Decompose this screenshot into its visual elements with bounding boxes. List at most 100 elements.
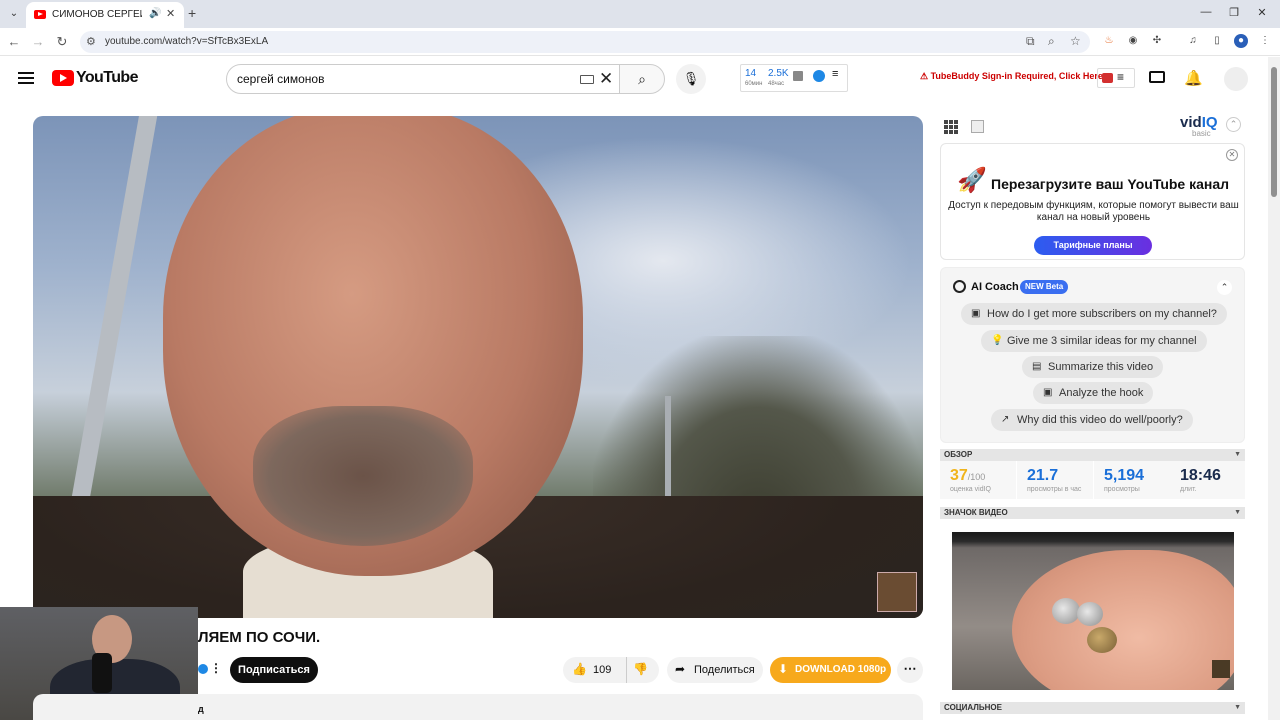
thumbnail-section-header[interactable]: ЗНАЧОК ВИДЕО ▼	[940, 507, 1245, 519]
social-section-header[interactable]: СОЦИАЛЬНОЕ ▼	[940, 702, 1245, 714]
site-info-icon[interactable]: ⚙	[86, 35, 96, 48]
stat-duration: 18:46 длит.	[1170, 461, 1245, 499]
hamburger-menu-icon[interactable]	[18, 72, 34, 84]
youtube-logo-icon[interactable]	[52, 70, 74, 86]
stat-vph-label: просмотры в час	[1027, 486, 1082, 493]
video-thumbnail-image[interactable]	[952, 532, 1234, 690]
download-icon: ⬇	[778, 662, 789, 676]
description-box[interactable]: д	[33, 694, 923, 720]
promo-close-icon[interactable]: ✕	[1226, 149, 1238, 161]
window-close-icon[interactable]: ✕	[1252, 6, 1272, 19]
video-icon: ▣	[1043, 387, 1053, 398]
share-button[interactable]: ➦ Поделиться	[667, 657, 763, 683]
tab-close-icon[interactable]: ✕	[166, 7, 175, 20]
promo-text: Доступ к передовым функциям, которые пом…	[948, 200, 1239, 223]
like-dislike-group: 👍 109 👎	[563, 657, 659, 683]
reload-icon[interactable]: ↻	[54, 34, 70, 50]
bell-icon[interactable]: 🔔	[1184, 69, 1203, 87]
keyboard-icon[interactable]	[580, 75, 594, 84]
extensions-puzzle-icon[interactable]: ✣	[1150, 34, 1164, 48]
browser-tab-active[interactable]: СИМОНОВ СЕРГЕЙ - ГУЛЯ 🔊 ✕	[26, 2, 184, 28]
voice-search-button[interactable]: 🎙	[676, 64, 706, 94]
like-button[interactable]: 👍 109	[563, 657, 627, 683]
extension-vidiq-icon[interactable]: ◉	[1126, 34, 1140, 48]
tab-search-dropdown-icon[interactable]: ⌄	[6, 6, 22, 22]
zoom-icon[interactable]: ⌕	[1048, 34, 1055, 49]
thumbnail-coin	[1087, 627, 1117, 653]
scrollbar-thumb[interactable]	[1271, 67, 1277, 197]
tubebuddy-signin-link[interactable]: ⚠ TubeBuddy Sign-in Required, Click Here	[920, 71, 1103, 82]
new-tab-icon[interactable]: +	[188, 5, 196, 21]
coach-chip-summarize[interactable]: ▤ Summarize this video	[1022, 356, 1164, 378]
tubebuddy-menu-icon[interactable]: ≡	[1097, 68, 1135, 88]
document-icon: ▤	[1032, 361, 1042, 372]
vidiq-collapse-icon[interactable]: ⌃	[1226, 117, 1241, 132]
video-title: ЛЯЕМ ПО СОЧИ.	[198, 629, 321, 646]
tab-audio-icon[interactable]: 🔊	[149, 8, 161, 19]
vidiq-promo-card: ✕ 🚀 Перезагрузите ваш YouTube канал Дост…	[940, 143, 1245, 260]
side-panel-icon[interactable]: ▯	[1210, 34, 1224, 48]
youtube-logo-text[interactable]: YouTube	[76, 69, 138, 87]
channel-more-icon[interactable]: ⋮	[198, 661, 222, 677]
stats-label-2: 48час	[768, 81, 785, 87]
overview-section-header[interactable]: ОБЗОР ▼	[940, 449, 1245, 461]
avatar[interactable]	[1224, 67, 1248, 91]
share-icon: ➦	[675, 662, 686, 676]
profile-avatar-icon[interactable]: ●	[1234, 34, 1248, 48]
stats-value-2: 2.5K	[768, 68, 789, 79]
vidiq-grid-icon[interactable]	[944, 120, 960, 134]
back-icon[interactable]: ←	[6, 34, 22, 49]
coach-chip-performance[interactable]: ↗ Why did this video do well/poorly?	[991, 409, 1193, 431]
subscribe-button[interactable]: Подписаться	[230, 657, 318, 683]
ai-coach-card: AI Coach NEW Beta ⌃ ▣ How do I get more s…	[940, 267, 1245, 443]
coach-chip-label: Why did this video do well/poorly?	[1017, 414, 1183, 426]
thumbnail-hand	[1012, 550, 1234, 690]
ai-coach-title: AI Coach	[971, 281, 1019, 293]
search-box[interactable]: сергей симонов ✕	[226, 64, 620, 94]
download-button[interactable]: ⬇ DOWNLOAD 1080p	[770, 657, 891, 683]
social-section-label: СОЦИАЛЬНОЕ	[944, 703, 1002, 712]
pricing-plans-button[interactable]: Тарифные планы	[1034, 236, 1152, 255]
vidiq-chart-icon[interactable]	[971, 120, 984, 133]
clear-search-icon[interactable]: ✕	[599, 69, 613, 89]
coach-chip-ideas[interactable]: 💡 Give me 3 similar ideas for my channel	[981, 330, 1207, 352]
minimize-icon[interactable]: —	[1196, 6, 1216, 18]
restore-icon[interactable]: ❐	[1224, 6, 1244, 19]
thumbnail-coin	[1052, 598, 1080, 624]
forward-icon[interactable]: →	[30, 34, 46, 49]
stats-play-icon[interactable]	[813, 70, 825, 82]
stats-chart-icon[interactable]	[793, 71, 803, 81]
rocket-icon: 🚀	[957, 167, 987, 194]
search-input[interactable]: сергей симонов	[237, 72, 324, 86]
install-app-icon[interactable]: ⧉	[1026, 34, 1035, 49]
video-player[interactable]	[33, 116, 923, 618]
coach-chip-label: Analyze the hook	[1059, 387, 1144, 399]
bookmark-star-icon[interactable]: ☆	[1070, 34, 1081, 48]
url-text[interactable]: youtube.com/watch?v=SfTcBx3ExLA	[105, 36, 268, 47]
stats-menu-icon[interactable]: ≡	[832, 68, 838, 80]
search-button[interactable]: ⌕	[619, 64, 665, 94]
coach-chip-subscribers[interactable]: ▣ How do I get more subscribers on my cha…	[961, 303, 1227, 325]
media-control-icon[interactable]: ♫	[1186, 34, 1200, 48]
download-label: DOWNLOAD 1080p	[795, 664, 887, 675]
stat-score-label: оценка vidIQ	[950, 486, 991, 493]
thumbs-down-icon[interactable]: 👎	[633, 662, 648, 676]
page-scrollbar[interactable]	[1268, 57, 1280, 720]
address-bar[interactable]: ⚙ youtube.com/watch?v=SfTcBx3ExLA ⧉ ⌕ ☆	[80, 31, 1090, 53]
stat-vph-value: 21.7	[1027, 467, 1059, 484]
youtube-favicon-icon	[34, 10, 46, 19]
stat-duration-label: длит.	[1180, 486, 1197, 493]
channel-watermark[interactable]	[877, 572, 917, 612]
chrome-menu-icon[interactable]: ⋮	[1258, 34, 1272, 48]
more-actions-button[interactable]: ⋯	[897, 657, 923, 683]
stats-value-1: 14	[745, 68, 757, 79]
realtime-stats-widget[interactable]: 14 60мин 2.5K 48час ≡	[740, 64, 848, 92]
create-icon[interactable]	[1149, 71, 1165, 83]
coach-chip-label: Give me 3 similar ideas for my channel	[1007, 335, 1197, 347]
ai-coach-collapse-icon[interactable]: ⌃	[1217, 280, 1232, 295]
stat-views-value: 5,194	[1104, 467, 1145, 484]
section-arrow-icon: ▼	[1234, 509, 1241, 516]
extension-flame-icon[interactable]: ♨	[1102, 34, 1116, 48]
coach-chip-hook[interactable]: ▣ Analyze the hook	[1033, 382, 1154, 404]
browser-toolbar: ← → ↻ ⚙ youtube.com/watch?v=SfTcBx3ExLA …	[0, 28, 1280, 56]
